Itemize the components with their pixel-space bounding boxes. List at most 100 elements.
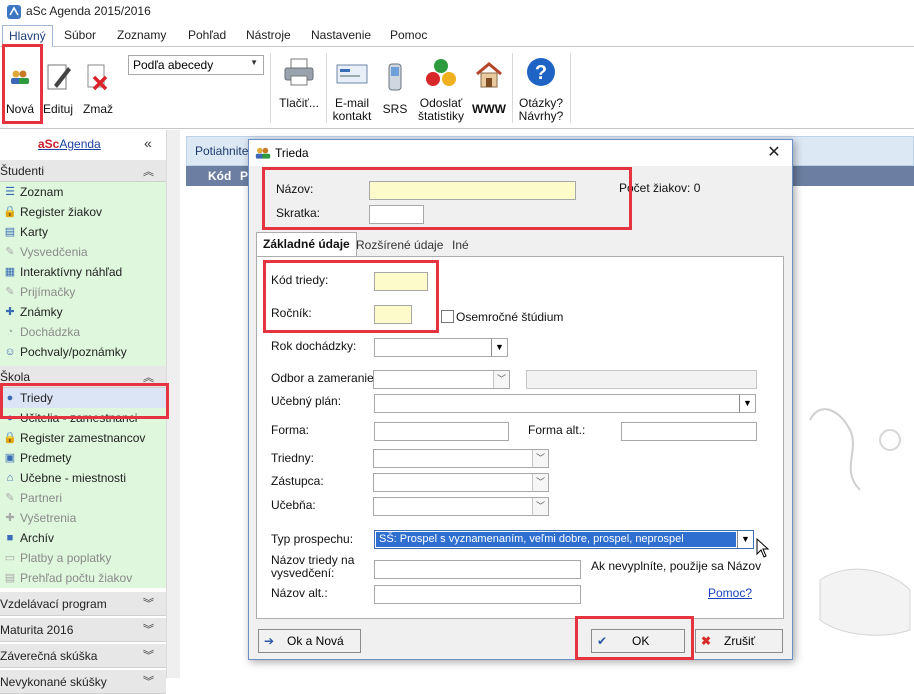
sidebar-item-student-7[interactable]: ◔ Dochádzka (0, 322, 166, 342)
delete-button[interactable]: Zmaž (80, 51, 116, 121)
sidebar-item-school-0[interactable]: ● Triedy (0, 388, 166, 408)
tab-zoznamy[interactable]: Zoznamy (117, 28, 166, 47)
name-input[interactable] (369, 181, 576, 200)
class-teacher-select[interactable]: ﹀ (373, 449, 549, 468)
edit-button[interactable]: Edituj (42, 51, 74, 121)
email-contact-button[interactable]: E-mail kontakt (332, 51, 372, 123)
tab-nastavenie[interactable]: Nastavenie (311, 28, 371, 47)
sidebar-item-student-0[interactable]: ☰ Zoznam (0, 182, 166, 202)
deputy-select[interactable]: ﹀ (373, 473, 549, 492)
sidebar-header-students[interactable]: Študenti ︽ (0, 160, 166, 182)
alt-name-input[interactable] (374, 585, 581, 604)
class-teacher-label: Triedny: (271, 451, 314, 465)
class-code-input[interactable] (374, 272, 428, 291)
mouse-cursor-icon (756, 538, 770, 558)
send-statistics-button[interactable]: Odoslať štatistiky (414, 51, 468, 123)
sidebar-item-school-1[interactable]: ● Učitelia - zamestnanci (0, 408, 166, 428)
users-icon (255, 147, 271, 159)
sidebar-item-label: Učitelia - zamestnanci (20, 411, 138, 425)
new-button[interactable]: Nová (4, 51, 36, 121)
form-alt-input[interactable] (621, 422, 757, 441)
sidebar-item-label: Register zamestnancov (20, 431, 146, 445)
sidebar-item-school-2[interactable]: 🔒 Register zamestnancov (0, 428, 166, 448)
sidebar-item-school-5[interactable]: ✎ Partneri (0, 488, 166, 508)
tab-other[interactable]: Iné (446, 234, 475, 256)
print-button[interactable]: Tlačiť... (276, 51, 322, 121)
sidebar-item-student-2[interactable]: ▤ Karty (0, 222, 166, 242)
register-icon: 🔒 (3, 206, 17, 218)
column-header-next[interactable]: P (240, 169, 248, 183)
app-icon (7, 5, 21, 19)
sidebar-item-student-1[interactable]: 🔒 Register žiakov (0, 202, 166, 222)
cert-name-input[interactable] (374, 560, 581, 579)
sidebar-item-student-6[interactable]: ✚ Známky (0, 302, 166, 322)
cancel-button[interactable]: ✖ Zrušiť (695, 629, 783, 653)
tab-subor[interactable]: Súbor (64, 28, 96, 47)
eight-year-label: Osemročné štúdium (456, 310, 564, 324)
chevron-down-icon: ︾ (143, 676, 154, 688)
ok-button[interactable]: ✔ OK (591, 629, 685, 653)
tab-pohlad[interactable]: Pohľad (188, 28, 226, 47)
sidebar-item-label: Zoznam (20, 185, 64, 199)
tab-basic-data[interactable]: Základné údaje (256, 232, 357, 257)
tab-nastroje[interactable]: Nástroje (246, 28, 291, 47)
sidebar-item-school-4[interactable]: ⌂ Učebne - miestnosti (0, 468, 166, 488)
eight-year-checkbox[interactable] (441, 310, 454, 323)
archive-icon: ■ (6, 532, 14, 544)
form-input[interactable] (374, 422, 509, 441)
payments-icon: ▭ (4, 552, 16, 564)
sidebar-item-student-5[interactable]: ✎ Prijímačky (0, 282, 166, 302)
ok-and-new-button[interactable]: ➔ Ok a Nová (258, 629, 361, 653)
house-icon (476, 62, 502, 88)
sort-select[interactable]: Podľa abecedy ▼ (128, 55, 264, 75)
form-label: Forma: (271, 423, 310, 437)
room-icon: ⌂ (6, 472, 14, 484)
close-icon[interactable]: ✕ (764, 143, 784, 163)
sidebar-header-school[interactable]: Škola ︽ (0, 366, 166, 388)
www-button[interactable]: WWW (470, 51, 508, 121)
short-name-input[interactable] (369, 205, 424, 224)
delete-x-icon (87, 64, 108, 91)
sidebar-header-maturita[interactable]: Maturita 2016 ︾ (0, 618, 166, 642)
chevron-down-icon: ︾ (143, 624, 154, 636)
study-plan-select[interactable]: ▼ (374, 394, 756, 413)
field-select[interactable]: ﹀ (373, 370, 510, 389)
sidebar-header-education-program[interactable]: Vzdelávací program ︾ (0, 592, 166, 616)
sidebar-item-school-3[interactable]: ▣ Predmety (0, 448, 166, 468)
year-input[interactable] (374, 305, 412, 324)
checkmark-icon: ✔ (597, 634, 608, 648)
sidebar-item-school-8[interactable]: ▭ Platby a poplatky (0, 548, 166, 568)
ribbon-separator (326, 53, 327, 123)
school-group: ● Triedy ● Učitelia - zamestnanci 🔒 Register … (0, 388, 166, 588)
sidebar-item-school-7[interactable]: ■ Archív (0, 528, 166, 548)
register-icon: 🔒 (3, 432, 17, 444)
sidebar-header-final-exam[interactable]: Záverečná skúška ︾ (0, 644, 166, 668)
classroom-select[interactable]: ﹀ (373, 497, 549, 516)
grades-icon: ✚ (5, 306, 15, 318)
name-label: Názov: (276, 182, 314, 196)
sidebar-item-student-4[interactable]: ▦ Interaktívny náhľad (0, 262, 166, 282)
tab-hlavny[interactable]: Hlavný (2, 25, 53, 48)
tab-pomoc[interactable]: Pomoc (390, 28, 427, 47)
sidebar-item-student-8[interactable]: ☺ Pochvaly/poznámky (0, 342, 166, 362)
short-name-label: Skratka: (276, 206, 321, 220)
attendance-year-select[interactable]: ▼ (374, 338, 508, 357)
subjects-icon: ▣ (4, 452, 16, 464)
printer-icon (284, 58, 314, 86)
column-header-code[interactable]: Kód (208, 169, 231, 183)
sidebar-item-school-9[interactable]: ▤ Prehľad počtu žiakov (0, 568, 166, 588)
sidebar-item-school-6[interactable]: ✚ Vyšetrenia (0, 508, 166, 528)
sidebar-item-label: Platby a poplatky (20, 551, 112, 565)
sidebar-item-label: Učebne - miestnosti (20, 471, 127, 485)
sidebar-item-student-3[interactable]: ✎ Vysvedčenia (0, 242, 166, 262)
ribbon-tabs: Hlavný Súbor Zoznamy Pohľad Nástroje Nas… (0, 24, 914, 48)
sidebar-logo[interactable]: aScAgenda (38, 137, 101, 151)
collapse-sidebar-button[interactable]: « (144, 135, 152, 151)
help-link[interactable]: Pomoc? (708, 586, 752, 600)
progress-type-select[interactable]: SŠ: Prospel s vyznamenaním, veľmi dobre,… (374, 530, 754, 549)
help-questions-button[interactable]: ? Otázky? Návrhy? (516, 51, 566, 123)
vertical-scrollbar[interactable] (166, 130, 180, 678)
tab-extended-data[interactable]: Rozšírené údaje (350, 234, 449, 256)
sidebar-header-missed-exams[interactable]: Nevykonané skúšky ︾ (0, 670, 166, 694)
srs-button[interactable]: SRS (380, 51, 410, 121)
